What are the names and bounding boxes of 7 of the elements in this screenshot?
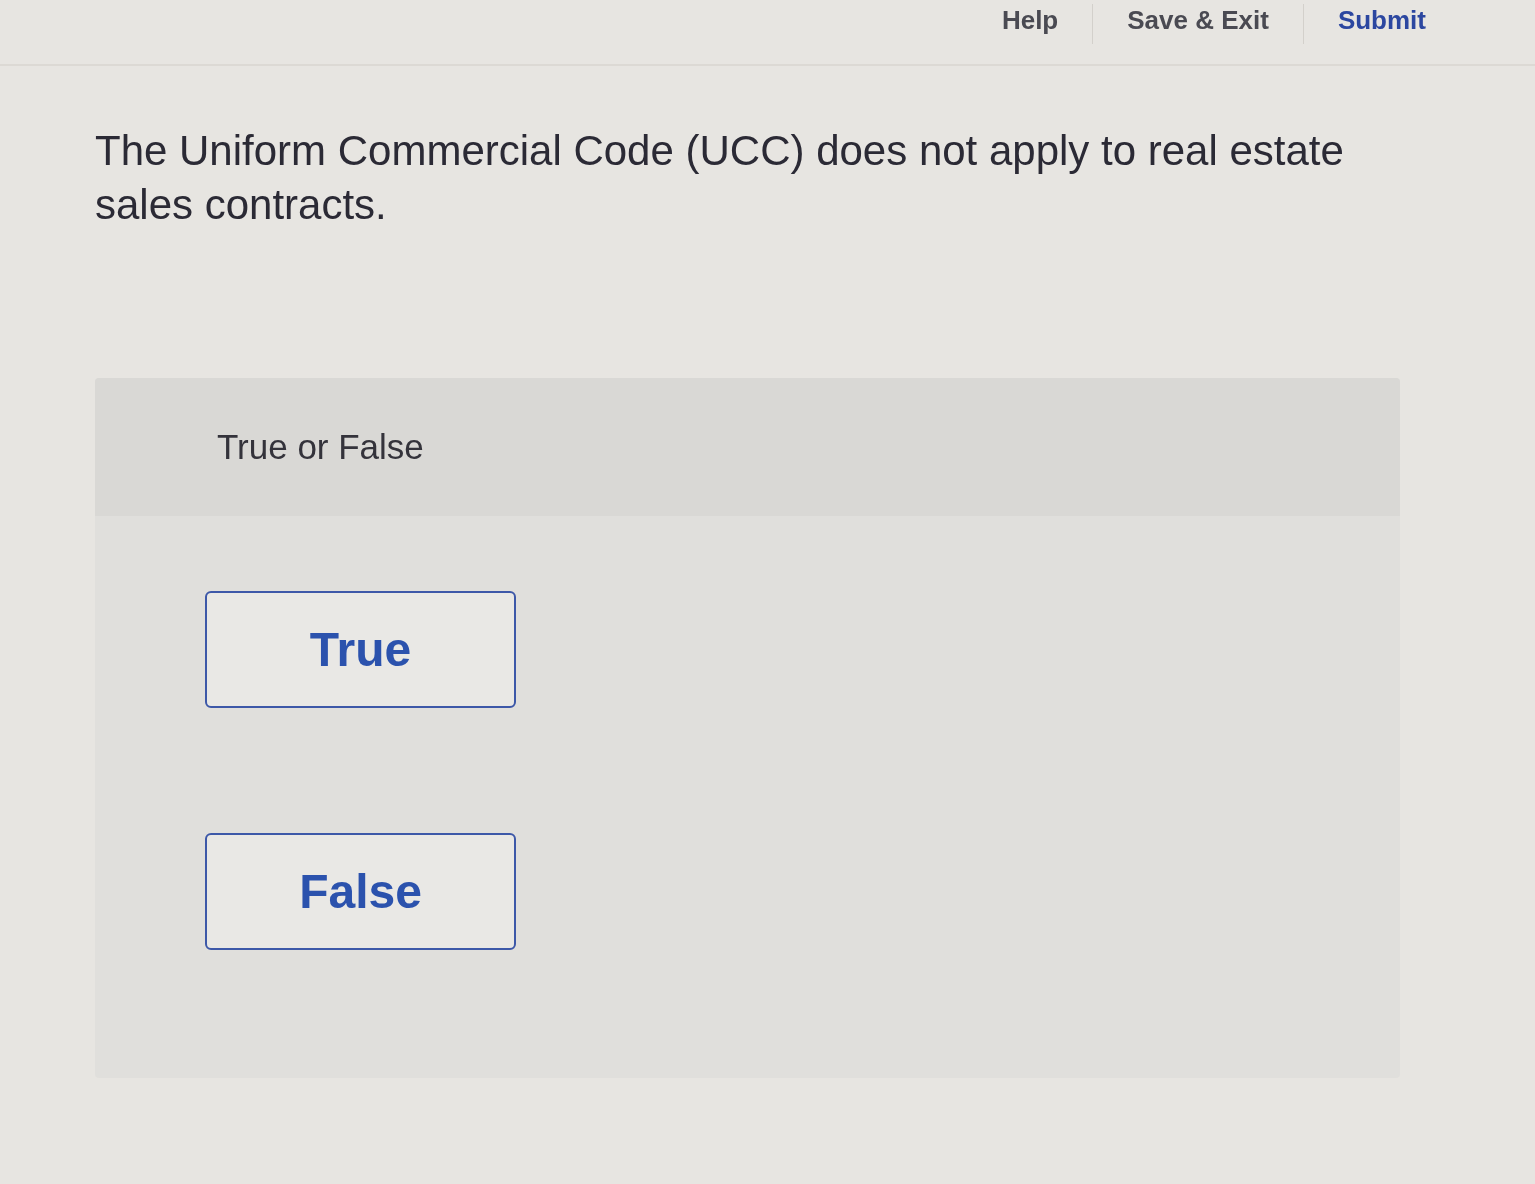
- panel-title: True or False: [217, 427, 424, 467]
- question-text: The Uniform Commercial Code (UCC) does not apply to real estate sales contracts.: [95, 126, 1345, 230]
- header-link[interactable]: Help: [997, 4, 1063, 36]
- submit-link[interactable]: Submit: [1333, 4, 1430, 36]
- header-link[interactable]: Save & Exit: [1123, 4, 1273, 36]
- answer-option-button[interactable]: False: [205, 833, 516, 950]
- answer-option-button[interactable]: True: [205, 591, 516, 708]
